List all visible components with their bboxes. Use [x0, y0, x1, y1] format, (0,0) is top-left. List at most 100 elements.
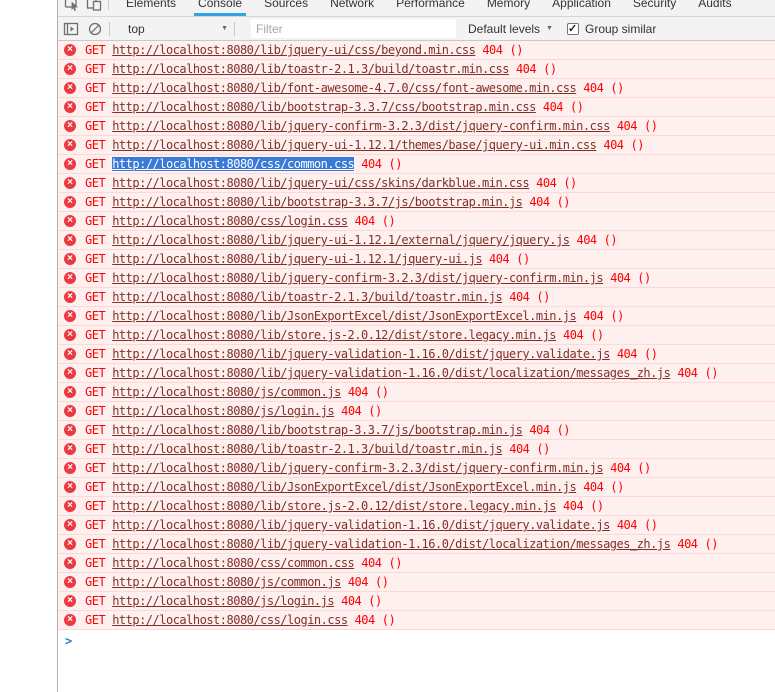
request-method: GET [85, 423, 106, 437]
error-suffix: () [375, 385, 389, 399]
tab-audits[interactable]: Audits [687, 0, 742, 16]
request-url-link[interactable]: http://localhost:8080/js/common.js [112, 575, 341, 589]
console-error-row: GET http://localhost:8080/js/common.js 4… [58, 573, 775, 592]
console-prompt[interactable]: > [58, 630, 775, 652]
request-url-link[interactable]: http://localhost:8080/lib/jquery-confirm… [112, 119, 610, 133]
request-url-link[interactable]: http://localhost:8080/lib/jquery-validat… [112, 347, 610, 361]
request-url-link[interactable]: http://localhost:8080/lib/jquery-ui-1.12… [112, 233, 570, 247]
tab-performance[interactable]: Performance [385, 0, 476, 16]
request-url-link[interactable]: http://localhost:8080/lib/JsonExportExce… [112, 480, 577, 494]
request-method: GET [85, 233, 106, 247]
error-suffix: () [563, 176, 577, 190]
request-url-link[interactable]: http://localhost:8080/lib/store.js-2.0.1… [112, 499, 556, 513]
console-error-row: GET http://localhost:8080/lib/toastr-2.1… [58, 440, 775, 459]
error-icon [64, 443, 76, 455]
error-suffix: () [630, 138, 645, 152]
request-url-link[interactable]: http://localhost:8080/lib/bootstrap-3.3.… [112, 195, 523, 209]
tab-label: Network [330, 0, 375, 10]
tab-security[interactable]: Security [622, 0, 687, 16]
request-method: GET [85, 309, 106, 323]
request-url-link[interactable]: http://localhost:8080/lib/jquery-confirm… [112, 461, 603, 475]
request-url-link[interactable]: http://localhost:8080/lib/jquery-validat… [112, 518, 610, 532]
tab-network[interactable]: Network [319, 0, 385, 16]
request-url-link[interactable]: http://localhost:8080/lib/bootstrap-3.3.… [112, 100, 536, 114]
request-method: GET [85, 556, 106, 570]
error-icon [64, 595, 76, 607]
request-url-link[interactable]: http://localhost:8080/lib/jquery-validat… [112, 537, 671, 551]
tab-label: Performance [396, 0, 465, 10]
request-url-link[interactable]: http://localhost:8080/lib/toastr-2.1.3/b… [112, 290, 503, 304]
error-icon [64, 405, 76, 417]
console-error-row: GET http://localhost:8080/lib/store.js-2… [58, 497, 775, 516]
request-method: GET [85, 157, 106, 171]
request-method: GET [85, 252, 106, 266]
group-similar-label: Group similar [584, 21, 657, 36]
status-code: 404 [583, 81, 604, 95]
console-sidebar-toggle-icon[interactable] [63, 21, 79, 37]
status-code: 404 [616, 347, 638, 361]
request-url-link[interactable]: http://localhost:8080/lib/toastr-2.1.3/b… [112, 62, 509, 76]
tab-label: Application [552, 0, 611, 10]
status-code: 404 [616, 518, 638, 532]
request-url-link[interactable]: http://localhost:8080/lib/font-awesome-4… [112, 81, 577, 95]
inspect-element-icon[interactable] [64, 0, 80, 11]
tab-memory[interactable]: Memory [476, 0, 541, 16]
request-url-link[interactable]: http://localhost:8080/lib/jquery-ui/css/… [112, 176, 529, 190]
error-suffix: () [704, 366, 719, 380]
console-prompt-chevron-icon: > [65, 634, 73, 648]
chevron-down-icon: ▼ [221, 25, 228, 32]
error-suffix: () [368, 594, 382, 608]
request-method: GET [85, 328, 106, 342]
group-similar-checkbox[interactable] [566, 22, 579, 35]
tab-console[interactable]: Console [187, 0, 253, 16]
request-url-link[interactable]: http://localhost:8080/lib/bootstrap-3.3.… [112, 423, 523, 437]
request-url-link[interactable]: http://localhost:8080/lib/toastr-2.1.3/b… [112, 442, 503, 456]
filter-input[interactable] [251, 19, 456, 38]
tab-application[interactable]: Application [541, 0, 622, 16]
request-method: GET [85, 575, 106, 589]
request-url-link[interactable]: http://localhost:8080/css/login.css [112, 214, 348, 228]
request-url-link[interactable]: http://localhost:8080/js/login.js [112, 404, 334, 418]
request-url-link[interactable]: http://localhost:8080/css/login.css [112, 613, 348, 627]
console-error-row: GET http://localhost:8080/lib/toastr-2.1… [58, 288, 775, 307]
device-toolbar-icon[interactable] [86, 0, 102, 11]
request-url-link[interactable]: http://localhost:8080/lib/jquery-ui-1.12… [112, 138, 597, 152]
error-icon [64, 234, 76, 246]
status-code: 404 [529, 195, 550, 209]
execution-context-selector[interactable]: top ▼ [128, 22, 228, 36]
error-icon [64, 291, 76, 303]
tab-sources[interactable]: Sources [253, 0, 319, 16]
console-error-row: GET http://localhost:8080/lib/bootstrap-… [58, 98, 775, 117]
error-suffix: () [590, 499, 604, 513]
error-suffix: () [644, 119, 658, 133]
request-url-link[interactable]: http://localhost:8080/css/common.css [112, 556, 355, 570]
error-icon [64, 348, 76, 360]
error-suffix: () [637, 461, 651, 475]
tab-elements[interactable]: Elements [115, 0, 187, 16]
request-url-link[interactable]: http://localhost:8080/lib/store.js-2.0.1… [112, 328, 556, 342]
request-url-link[interactable]: http://localhost:8080/lib/jquery-confirm… [112, 271, 603, 285]
request-url-link[interactable]: http://localhost:8080/lib/jquery-ui/css/… [112, 43, 476, 57]
request-method: GET [85, 138, 106, 152]
request-method: GET [85, 62, 106, 76]
error-icon [64, 82, 76, 94]
request-method: GET [85, 537, 106, 551]
clear-console-icon[interactable] [87, 21, 103, 37]
default-levels-dropdown[interactable]: Default levels ▼ [468, 22, 553, 36]
request-url-link[interactable]: http://localhost:8080/js/login.js [112, 594, 334, 608]
console-error-row: GET http://localhost:8080/lib/store.js-2… [58, 326, 775, 345]
status-code: 404 [341, 404, 362, 418]
error-icon [64, 481, 76, 493]
request-url-link[interactable]: http://localhost:8080/js/common.js [112, 385, 341, 399]
console-error-row: GET http://localhost:8080/lib/jquery-con… [58, 117, 775, 136]
status-code: 404 [482, 43, 503, 57]
request-method: GET [85, 461, 106, 475]
request-url-link[interactable]: http://localhost:8080/lib/jquery-ui-1.12… [112, 252, 482, 266]
error-icon [64, 272, 76, 284]
request-url-link[interactable]: http://localhost:8080/lib/JsonExportExce… [112, 309, 577, 323]
request-url-link[interactable]: http://localhost:8080/lib/jquery-validat… [112, 366, 671, 380]
error-icon [64, 120, 76, 132]
status-code: 404 [354, 214, 376, 228]
status-code: 404 [361, 556, 382, 570]
request-url-link[interactable]: http://localhost:8080/css/common.css [112, 157, 355, 171]
